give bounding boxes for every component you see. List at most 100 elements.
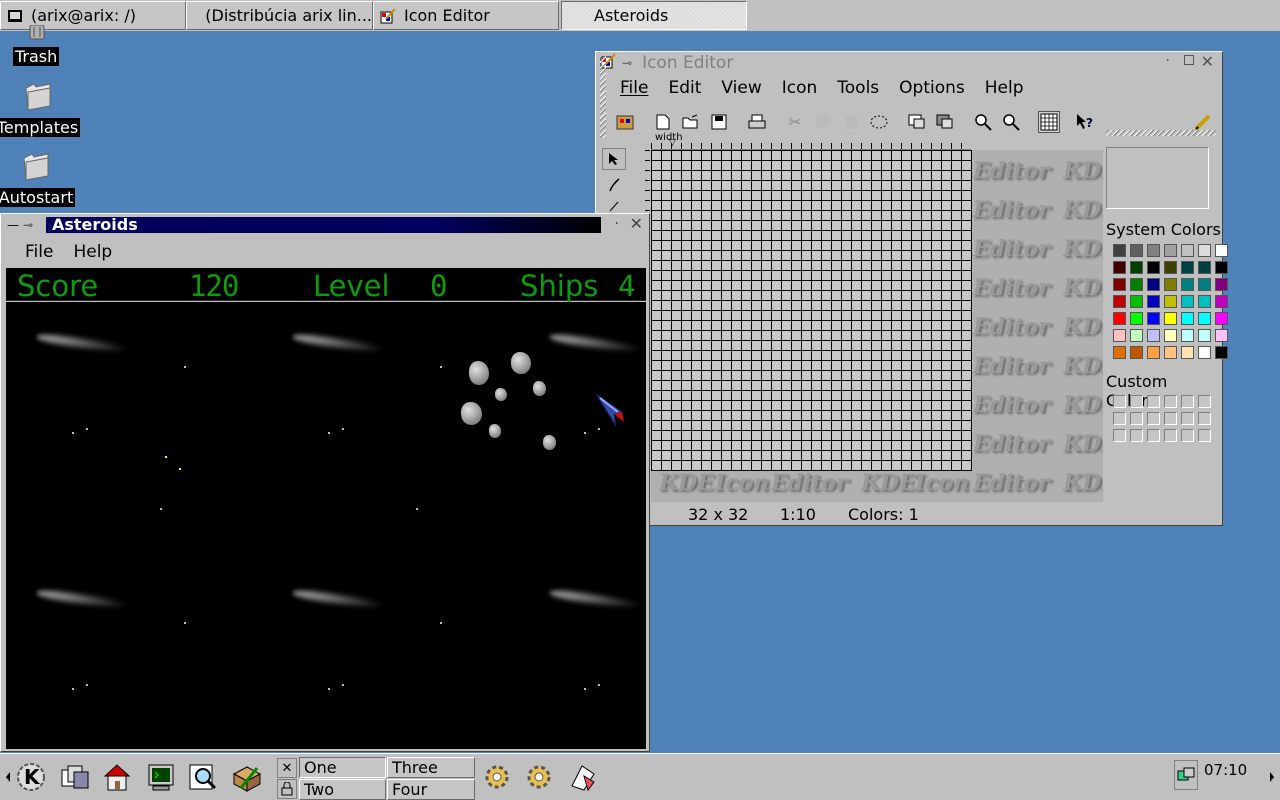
- zoom-out-icon[interactable]: [1000, 111, 1022, 133]
- custom-color-swatch[interactable]: [1164, 412, 1177, 425]
- color-swatch[interactable]: [1198, 261, 1211, 274]
- custom-color-swatch[interactable]: [1181, 395, 1194, 408]
- color-swatch[interactable]: [1181, 295, 1194, 308]
- menu-icon[interactable]: Icon: [782, 78, 818, 98]
- grid-toggle-icon[interactable]: [1038, 111, 1060, 133]
- color-swatch[interactable]: [1147, 261, 1160, 274]
- custom-color-swatch[interactable]: [1181, 412, 1194, 425]
- paste-icon[interactable]: [840, 111, 862, 133]
- find-files-button[interactable]: [186, 760, 220, 794]
- color-swatch[interactable]: [1164, 278, 1177, 291]
- custom-color-swatch[interactable]: [1147, 429, 1160, 442]
- cut-icon[interactable]: ✂: [784, 111, 806, 133]
- open-file-icon[interactable]: [680, 111, 702, 133]
- custom-color-swatch[interactable]: [1164, 429, 1177, 442]
- close-window-icon[interactable]: ✕: [277, 758, 297, 778]
- minimize-icon[interactable]: ·: [1166, 53, 1170, 69]
- settings-gear-icon[interactable]: [480, 760, 514, 794]
- custom-color-swatch[interactable]: [1113, 412, 1126, 425]
- color-swatch[interactable]: [1198, 346, 1211, 359]
- taskbar-task-asteroids[interactable]: Asteroids: [561, 1, 747, 30]
- color-swatch[interactable]: [1113, 244, 1126, 257]
- color-swatch[interactable]: [1164, 261, 1177, 274]
- color-swatch[interactable]: [1113, 261, 1126, 274]
- zoom-in-icon[interactable]: [972, 111, 994, 133]
- menu-options[interactable]: Options: [899, 78, 965, 98]
- color-swatch[interactable]: [1130, 312, 1143, 325]
- color-swatch[interactable]: [1147, 244, 1160, 257]
- custom-color-swatch[interactable]: [1130, 412, 1143, 425]
- resize-icon[interactable]: [906, 111, 928, 133]
- icon-editor-titlebar[interactable]: ⊸ Icon Editor · ✕: [596, 52, 1222, 74]
- toolbar-grip[interactable]: [1106, 130, 1216, 136]
- color-swatch[interactable]: [1130, 261, 1143, 274]
- custom-color-swatch[interactable]: [1130, 395, 1143, 408]
- desktop-button-three[interactable]: Three: [387, 757, 475, 778]
- color-swatch[interactable]: [1130, 346, 1143, 359]
- color-swatch[interactable]: [1181, 329, 1194, 342]
- color-swatch[interactable]: [1215, 346, 1228, 359]
- k-menu-button[interactable]: K: [14, 760, 48, 794]
- taskbar-task-icon-editor[interactable]: Icon Editor: [373, 1, 559, 30]
- color-swatch[interactable]: [1113, 346, 1126, 359]
- color-swatch[interactable]: [1147, 312, 1160, 325]
- color-swatch[interactable]: [1215, 261, 1228, 274]
- color-swatch[interactable]: [1164, 312, 1177, 325]
- custom-color-swatch[interactable]: [1181, 429, 1194, 442]
- sticky-pin-icon[interactable]: ⊸: [622, 56, 632, 70]
- color-swatch[interactable]: [1130, 244, 1143, 257]
- color-swatch[interactable]: [1164, 244, 1177, 257]
- desktop-icon-templates[interactable]: Templates: [0, 80, 81, 137]
- custom-color-swatch[interactable]: [1147, 412, 1160, 425]
- color-swatch[interactable]: [1215, 278, 1228, 291]
- pixel-grid[interactable]: [651, 150, 972, 471]
- color-swatch[interactable]: [1181, 346, 1194, 359]
- color-swatch[interactable]: [1198, 295, 1211, 308]
- color-swatch[interactable]: [1130, 329, 1143, 342]
- color-swatch[interactable]: [1130, 278, 1143, 291]
- color-swatch[interactable]: [1181, 244, 1194, 257]
- color-swatch[interactable]: [1147, 329, 1160, 342]
- select-tool-icon[interactable]: [602, 148, 626, 170]
- desktop-icon-trash[interactable]: Trash: [13, 24, 60, 66]
- desktop-button-four[interactable]: Four: [387, 779, 475, 800]
- close-icon[interactable]: ✕: [630, 214, 643, 233]
- color-swatch[interactable]: [1164, 295, 1177, 308]
- color-swatch[interactable]: [1113, 312, 1126, 325]
- menu-help[interactable]: Help: [985, 78, 1024, 98]
- color-swatch[interactable]: [1198, 312, 1211, 325]
- clock[interactable]: 07:10: [1204, 761, 1247, 779]
- color-swatch[interactable]: [1113, 295, 1126, 308]
- menu-tools[interactable]: Tools: [837, 78, 879, 98]
- icon-palette-icon[interactable]: [614, 111, 636, 133]
- color-swatch[interactable]: [1198, 244, 1211, 257]
- color-swatch[interactable]: [1215, 244, 1228, 257]
- toolbar-grip[interactable]: [600, 56, 606, 138]
- terminal-button[interactable]: [144, 760, 178, 794]
- color-swatch[interactable]: [1147, 278, 1160, 291]
- custom-color-swatch[interactable]: [1164, 395, 1177, 408]
- copy-icon[interactable]: [812, 111, 834, 133]
- line-tool-icon[interactable]: [602, 198, 626, 214]
- color-swatch[interactable]: [1215, 295, 1228, 308]
- color-swatch[interactable]: [1164, 329, 1177, 342]
- color-swatch[interactable]: [1164, 346, 1177, 359]
- menu-file[interactable]: File: [620, 78, 648, 98]
- color-swatch[interactable]: [1113, 329, 1126, 342]
- asteroids-playfield[interactable]: [6, 302, 646, 749]
- panel-hide-left-icon[interactable]: [4, 760, 12, 794]
- freehand-tool-icon[interactable]: [602, 174, 626, 196]
- desktop-icon-autostart[interactable]: Autostart: [0, 150, 76, 207]
- color-swatch[interactable]: [1198, 329, 1211, 342]
- grayscale-icon[interactable]: [934, 111, 956, 133]
- home-button[interactable]: [100, 760, 134, 794]
- editor-app-icon[interactable]: [566, 760, 600, 794]
- minimize-icon[interactable]: ·: [615, 216, 619, 232]
- close-icon[interactable]: ✕: [1201, 52, 1214, 71]
- panel-hide-right-icon[interactable]: [1268, 760, 1276, 794]
- color-swatch[interactable]: [1215, 312, 1228, 325]
- save-icon[interactable]: [708, 111, 730, 133]
- maximize-icon[interactable]: [1184, 55, 1194, 65]
- color-swatch[interactable]: [1198, 278, 1211, 291]
- menu-help[interactable]: Help: [73, 242, 112, 262]
